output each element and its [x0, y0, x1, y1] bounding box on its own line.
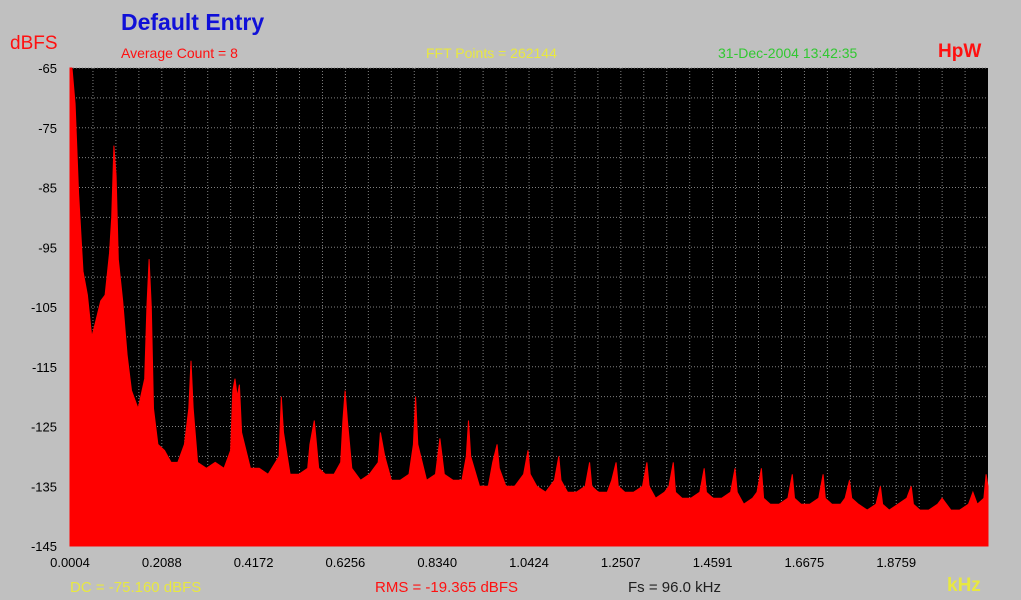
- y-tick-label: -105: [31, 300, 57, 315]
- rms-readout: RMS = -19.365 dBFS: [375, 579, 518, 596]
- x-tick-label: 0.0004: [50, 555, 90, 570]
- x-tick-label: 0.8340: [417, 555, 457, 570]
- y-tick-label: -115: [32, 360, 57, 375]
- x-tick-label: 1.4591: [693, 555, 733, 570]
- spectrum-plot: -65-75-85-95-105-115-125-135-145 0.0004 0…: [31, 61, 989, 570]
- y-tick-labels: -65 -75 -85 -95 -105 -115 -125 -135 -145: [31, 61, 57, 554]
- x-tick-label: 0.4172: [234, 555, 274, 570]
- y-tick-label: -125: [31, 420, 57, 435]
- x-axis-label: kHz: [947, 575, 981, 596]
- x-tick-label: 1.6675: [785, 555, 825, 570]
- y-tick-label: -65: [38, 61, 57, 76]
- y-tick-label: -145: [31, 539, 57, 554]
- sample-rate-readout: Fs = 96.0 kHz: [628, 579, 721, 596]
- x-tick-label: 0.2088: [142, 555, 182, 570]
- y-tick-label: -75: [38, 121, 57, 136]
- dc-readout: DC = -75.160 dBFS: [70, 579, 202, 596]
- x-tick-labels: 0.0004 0.2088 0.4172 0.6256 0.8340 1.0424 1.25…: [50, 555, 916, 570]
- y-tick-label: -135: [31, 479, 57, 494]
- y-tick-label: -85: [38, 181, 57, 196]
- x-tick-label: 1.0424: [509, 555, 549, 570]
- x-tick-label: 1.8759: [876, 555, 916, 570]
- x-tick-label: 0.6256: [326, 555, 366, 570]
- x-tick-label: 1.2507: [601, 555, 641, 570]
- y-tick-label: -95: [38, 240, 57, 255]
